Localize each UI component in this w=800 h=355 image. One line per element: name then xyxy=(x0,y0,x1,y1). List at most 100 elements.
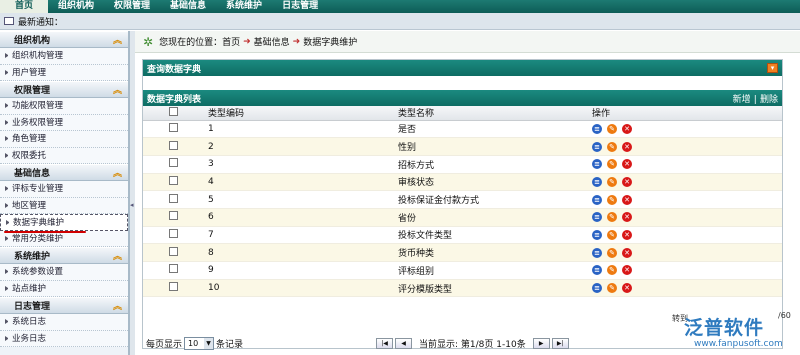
edit-icon[interactable]: ✎ xyxy=(607,123,617,134)
nav-item[interactable]: 基础信息 xyxy=(160,0,216,13)
delete-icon[interactable]: ✕ xyxy=(622,247,632,258)
nav-item[interactable]: 系统维护 xyxy=(216,0,272,13)
view-icon[interactable]: ≡ xyxy=(592,283,602,294)
per-page-select[interactable]: 10 ▼ xyxy=(184,336,215,350)
sidebar-item[interactable]: 权限委托 xyxy=(0,147,128,164)
watermark: 转到 泛普软件 /60 www.fanpusoft.com xyxy=(668,305,800,355)
sidebar-item[interactable]: 系统参数设置 xyxy=(0,264,128,281)
highlight-underline xyxy=(4,231,86,233)
type-code-cell: 4 xyxy=(208,173,398,192)
view-icon[interactable]: ≡ xyxy=(592,194,602,205)
sidebar-item[interactable]: 地区管理 xyxy=(0,197,128,214)
delete-icon[interactable]: ✕ xyxy=(622,159,632,170)
add-link[interactable]: 新增 xyxy=(733,95,751,105)
select-all-checkbox[interactable] xyxy=(169,106,178,116)
list-header: 数据字典列表 新增 | 删除 xyxy=(143,90,782,106)
edit-icon[interactable]: ✎ xyxy=(607,176,617,187)
sidebar-group-header[interactable]: 日志管理 ︽ xyxy=(0,297,128,314)
sidebar-item[interactable]: 站点维护 xyxy=(0,280,128,297)
sidebar-item[interactable]: 组织机构管理 xyxy=(0,48,128,65)
nav-item[interactable]: 权限管理 xyxy=(104,0,160,13)
delete-icon[interactable]: ✕ xyxy=(622,229,632,240)
type-code-cell: 10 xyxy=(208,279,398,298)
row-checkbox[interactable] xyxy=(169,175,178,185)
sidebar-item[interactable]: 功能权限管理 xyxy=(0,98,128,115)
sidebar-group-header[interactable]: 组织机构 ︽ xyxy=(0,31,128,48)
row-checkbox[interactable] xyxy=(169,158,178,168)
row-checkbox[interactable] xyxy=(169,246,178,256)
delete-icon[interactable]: ✕ xyxy=(622,283,632,294)
delete-icon[interactable]: ✕ xyxy=(622,194,632,205)
sidebar-item[interactable]: 数据字典维护 xyxy=(0,214,128,231)
edit-icon[interactable]: ✎ xyxy=(607,229,617,240)
edit-icon[interactable]: ✎ xyxy=(607,141,617,152)
collapse-icon[interactable]: ︽ xyxy=(113,299,122,312)
table-row: 8 货币种类 ≡ ✎ ✕ xyxy=(143,243,782,262)
edit-icon[interactable]: ✎ xyxy=(607,159,617,170)
delete-icon[interactable]: ✕ xyxy=(622,212,632,223)
breadcrumb: ✲ 您现在的位置： 首页 ➜ 基础信息 ➜ 数据字典维护 xyxy=(135,31,800,53)
row-checkbox[interactable] xyxy=(169,264,178,274)
delete-icon[interactable]: ✕ xyxy=(622,141,632,152)
delete-icon[interactable]: ✕ xyxy=(622,176,632,187)
arrow-icon: ➜ xyxy=(292,36,301,47)
sidebar-item[interactable]: 用户管理 xyxy=(0,64,128,81)
view-icon[interactable]: ≡ xyxy=(592,141,602,152)
edit-icon[interactable]: ✎ xyxy=(607,265,617,276)
edit-icon[interactable]: ✎ xyxy=(607,194,617,205)
view-icon[interactable]: ≡ xyxy=(592,176,602,187)
expand-icon[interactable]: ▾ xyxy=(767,63,778,73)
sidebar-group-header[interactable]: 系统维护 ︽ xyxy=(0,247,128,264)
collapse-arrow-icon[interactable]: ◂ xyxy=(130,201,134,209)
delete-link[interactable]: 删除 xyxy=(760,95,778,105)
view-icon[interactable]: ≡ xyxy=(592,159,602,170)
collapse-icon[interactable]: ︽ xyxy=(113,83,122,96)
link-separator: | xyxy=(753,94,757,105)
row-checkbox[interactable] xyxy=(169,122,178,132)
last-page-button[interactable]: ▶| xyxy=(551,337,569,349)
view-icon[interactable]: ≡ xyxy=(592,265,602,276)
edit-icon[interactable]: ✎ xyxy=(607,247,617,258)
collapse-icon[interactable]: ︽ xyxy=(113,249,122,262)
sidebar-item-label: 常用分类维护 xyxy=(12,233,64,244)
sidebar-item-label: 评标专业管理 xyxy=(12,184,64,194)
type-name-cell: 是否 xyxy=(398,120,592,139)
sidebar-item[interactable]: 业务日志 xyxy=(0,330,128,347)
next-page-button[interactable]: ▶ xyxy=(532,337,550,349)
row-checkbox[interactable] xyxy=(169,140,178,150)
view-icon[interactable]: ≡ xyxy=(592,229,602,240)
first-page-button[interactable]: |◀ xyxy=(376,337,394,349)
nav-item[interactable]: 首页 xyxy=(0,0,48,13)
column-header-code: 类型编码 xyxy=(208,106,398,121)
view-icon[interactable]: ≡ xyxy=(592,123,602,134)
table-row: 3 招标方式 ≡ ✎ ✕ xyxy=(143,155,782,174)
sidebar-item[interactable]: 系统日志 xyxy=(0,314,128,331)
sidebar-item[interactable]: 业务权限管理 xyxy=(0,114,128,131)
view-icon[interactable]: ≡ xyxy=(592,247,602,258)
edit-icon[interactable]: ✎ xyxy=(607,283,617,294)
sidebar-item[interactable]: 角色管理 xyxy=(0,131,128,148)
type-name-cell: 性别 xyxy=(398,137,592,156)
row-checkbox[interactable] xyxy=(169,282,178,292)
delete-icon[interactable]: ✕ xyxy=(622,123,632,134)
row-checkbox[interactable] xyxy=(169,193,178,203)
nav-item[interactable]: 日志管理 xyxy=(272,0,328,13)
breadcrumb-home[interactable]: 首页 xyxy=(222,35,240,48)
view-icon[interactable]: ≡ xyxy=(592,212,602,223)
row-checkbox[interactable] xyxy=(169,211,178,221)
breadcrumb-section[interactable]: 基础信息 xyxy=(254,35,290,48)
gear-icon: ✲ xyxy=(143,34,154,49)
actions-cell: ≡ ✎ ✕ xyxy=(592,137,782,156)
delete-icon[interactable]: ✕ xyxy=(622,265,632,276)
sidebar-item[interactable]: 评标专业管理 xyxy=(0,181,128,198)
sidebar-group-title: 系统维护 xyxy=(14,252,51,262)
collapse-icon[interactable]: ︽ xyxy=(113,166,122,179)
query-header: 查询数据字典 ▾ xyxy=(143,60,782,76)
nav-item[interactable]: 组织机构 xyxy=(48,0,104,13)
collapse-icon[interactable]: ︽ xyxy=(113,33,122,46)
row-checkbox[interactable] xyxy=(169,228,178,238)
sidebar-group-header[interactable]: 基础信息 ︽ xyxy=(0,164,128,181)
sidebar-group-header[interactable]: 权限管理 ︽ xyxy=(0,81,128,98)
edit-icon[interactable]: ✎ xyxy=(607,212,617,223)
prev-page-button[interactable]: ◀ xyxy=(395,337,413,349)
